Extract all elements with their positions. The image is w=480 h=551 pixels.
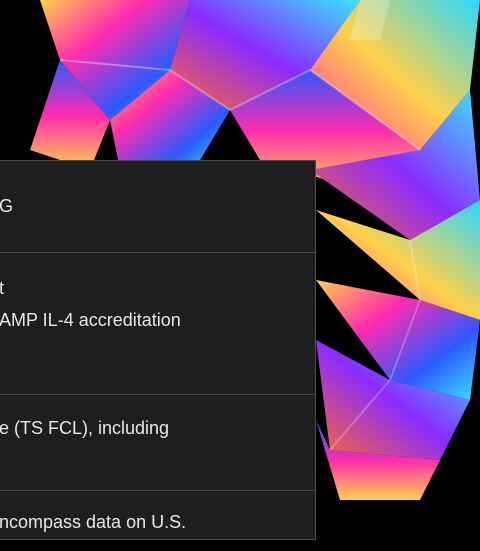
list-item: t AMP IL-4 accreditation [0,253,315,395]
list-item-text: e (TS FCL), including [0,418,170,438]
list-item-line1: t [0,278,5,298]
list-item-text: G [0,196,14,216]
list-item-text: ncompass data on U.S. [0,512,187,532]
list-item: G [0,161,315,253]
list-item: ncompass data on U.S. [0,491,315,551]
list-item: e (TS FCL), including [0,395,315,491]
info-panel: G t AMP IL-4 accreditation e (TS FCL), i… [0,160,316,540]
list-item-line2: AMP IL-4 accreditation [0,310,181,330]
